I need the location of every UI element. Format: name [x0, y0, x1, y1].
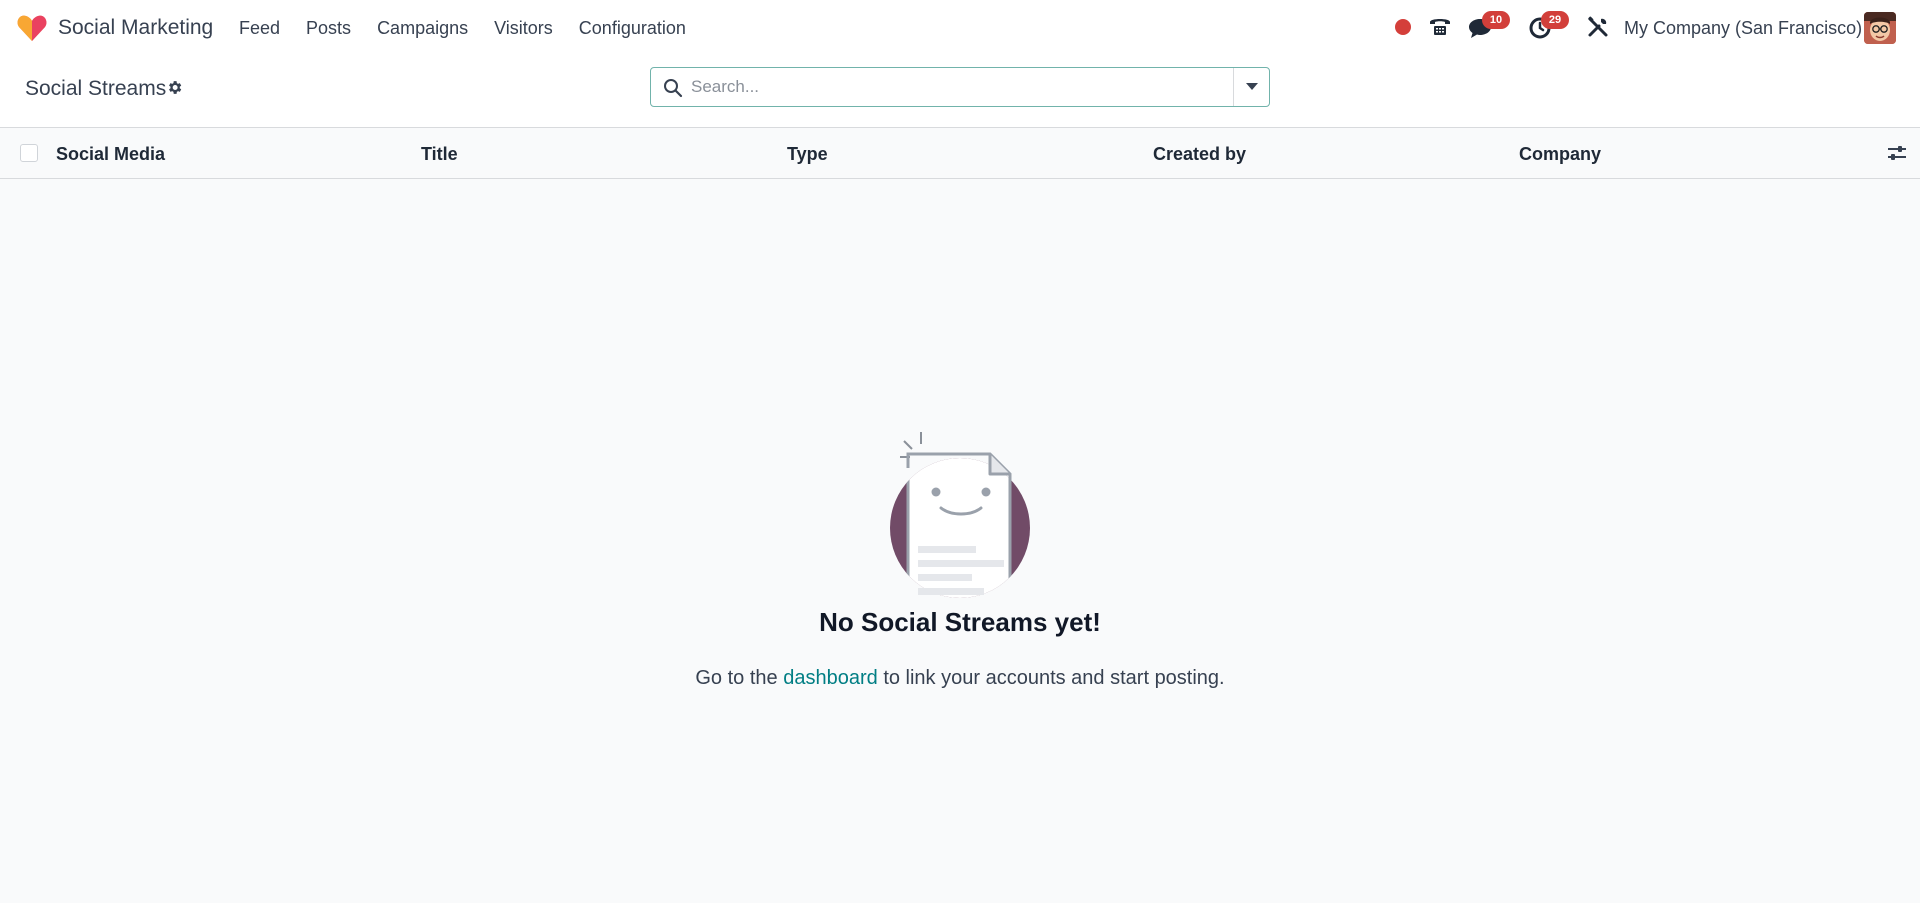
- empty-state-title: No Social Streams yet!: [819, 607, 1101, 637]
- select-all-checkbox[interactable]: [20, 144, 38, 162]
- column-header-title[interactable]: Title: [421, 143, 458, 165]
- social-marketing-logo-icon[interactable]: [17, 14, 47, 42]
- phone-icon[interactable]: [1428, 15, 1452, 37]
- avatar[interactable]: [1864, 12, 1896, 44]
- empty-state-help: Go to the dashboard to link your account…: [0, 665, 1920, 691]
- dashboard-link[interactable]: dashboard: [783, 667, 878, 689]
- empty-state-help-prefix: Go to the: [695, 667, 778, 689]
- gear-icon[interactable]: [166, 79, 183, 96]
- menu-item-visitors[interactable]: Visitors: [494, 17, 553, 39]
- top-navbar: Social Marketing Feed Posts Campaigns Vi…: [0, 0, 1920, 56]
- menu-item-feed[interactable]: Feed: [239, 17, 280, 39]
- user-avatar-icon: [1864, 12, 1896, 44]
- activities-count-badge: 29: [1541, 11, 1569, 29]
- column-header-created-by[interactable]: Created by: [1153, 143, 1246, 165]
- tools-icon[interactable]: [1587, 16, 1609, 38]
- menu-item-configuration[interactable]: Configuration: [579, 17, 686, 39]
- search-options-toggle[interactable]: [1233, 68, 1269, 106]
- optional-columns-icon[interactable]: [1887, 144, 1907, 162]
- menu-item-posts[interactable]: Posts: [306, 17, 351, 39]
- menu-item-campaigns[interactable]: Campaigns: [377, 17, 468, 39]
- caret-down-icon: [1245, 83, 1258, 90]
- column-header-social-media[interactable]: Social Media: [56, 143, 165, 165]
- control-panel: Social Streams: [0, 56, 1920, 128]
- page-title[interactable]: Social Streams: [25, 76, 166, 102]
- column-header-type[interactable]: Type: [787, 143, 828, 165]
- main-menu: Feed Posts Campaigns Visitors Configurat…: [239, 17, 712, 39]
- recording-indicator-icon[interactable]: [1395, 19, 1411, 35]
- company-switcher[interactable]: My Company (San Francisco): [1624, 17, 1862, 39]
- search-icon: [664, 79, 683, 98]
- empty-document-illustration-icon: [890, 432, 1030, 598]
- column-header-company[interactable]: Company: [1519, 143, 1601, 165]
- list-header: Social Media Title Type Created by Compa…: [0, 128, 1920, 179]
- search-box: [650, 67, 1270, 107]
- search-input[interactable]: [691, 68, 1221, 106]
- messages-count-badge: 10: [1482, 11, 1510, 29]
- app-name[interactable]: Social Marketing: [58, 15, 213, 41]
- empty-state-help-suffix: to link your accounts and start posting.: [883, 667, 1225, 689]
